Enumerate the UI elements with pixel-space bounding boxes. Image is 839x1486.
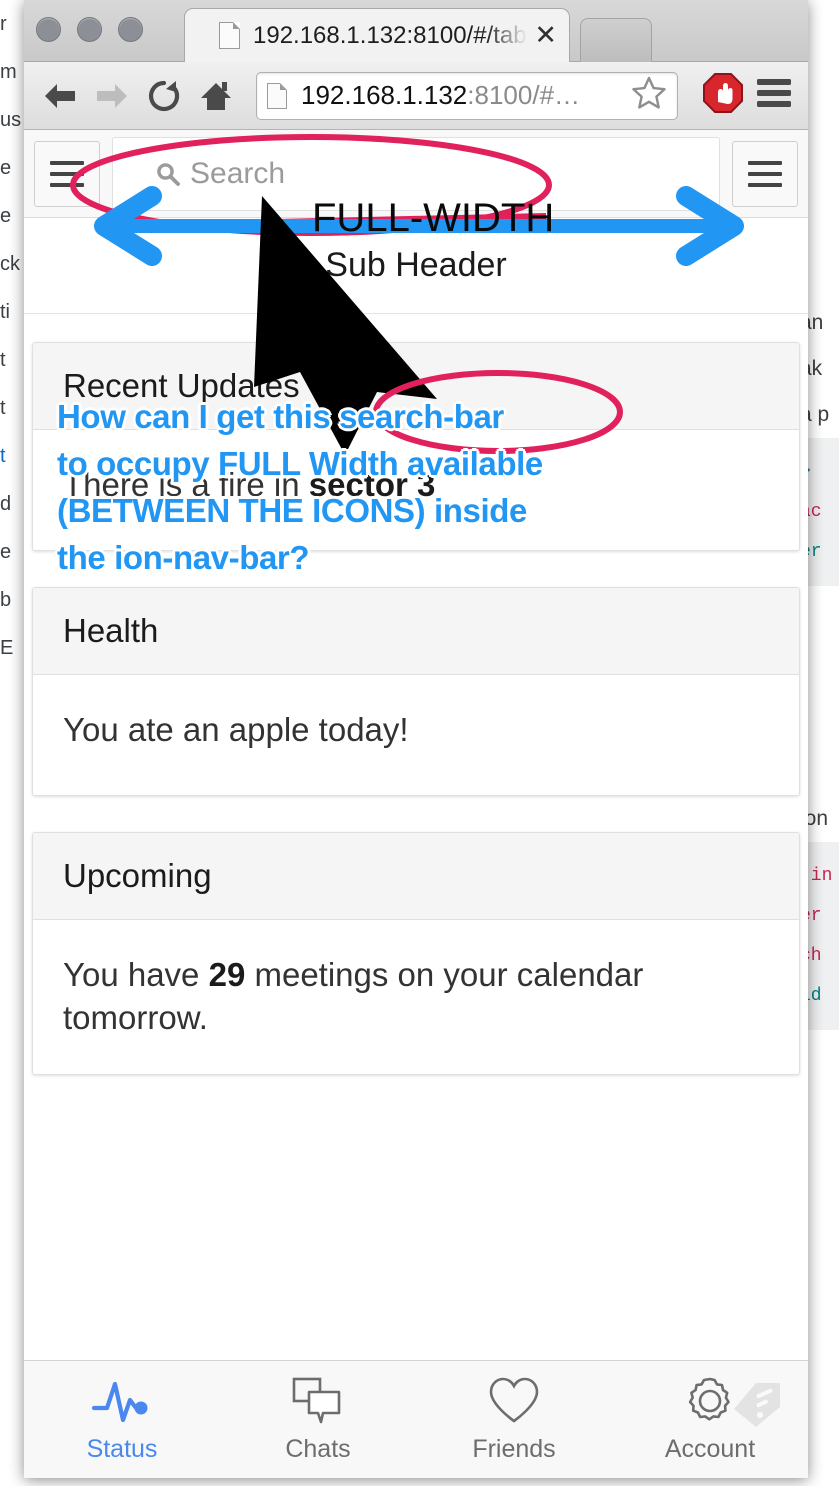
bg-fragment: t [0,349,6,371]
card-header: Upcoming [33,833,799,920]
bg-fragment: t [0,397,6,419]
card-text-prefix: You have [63,956,209,993]
ion-sub-header: Sub Header [24,218,808,314]
forward-button[interactable] [86,70,138,122]
hamburger-line [748,171,782,176]
reload-button[interactable] [138,70,190,122]
bookmark-button[interactable] [631,75,667,116]
search-icon [157,162,180,186]
card-header: Recent Updates [33,343,799,430]
tab-friends[interactable]: Friends [416,1361,612,1478]
card-text-prefix: There is a fire in [63,466,309,503]
adblock-button[interactable] [702,72,744,119]
address-bar-url: 192.168.1.132:8100/#… [301,80,625,111]
pulse-icon [91,1375,153,1427]
browser-window: 192.168.1.132:8100/#/tab/c ✕ 192.168.1.1… [24,0,808,1478]
browser-tab[interactable]: 192.168.1.132:8100/#/tab/c ✕ [184,8,570,62]
tab-label: Chats [285,1435,351,1463]
minimize-window-button[interactable] [77,17,102,42]
browser-toolbar: 192.168.1.132:8100/#… [24,62,808,130]
browser-tabstrip: 192.168.1.132:8100/#/tab/c ✕ [24,0,808,62]
adblock-icon [703,73,743,113]
browser-menu-button[interactable] [754,77,794,114]
hamburger-line [50,160,84,165]
bg-fragment: e [0,205,12,227]
window-traffic-lights [36,17,143,42]
zoom-window-button[interactable] [118,17,143,42]
bg-fragment: t [0,445,6,467]
ionic-app-viewport: Search Sub Header Recent Updates There i… [24,130,808,1478]
bg-fragment: r [0,13,7,35]
heart-icon [488,1375,540,1427]
url-host: 192.168.1.132 [301,80,468,110]
browser-tab-title: 192.168.1.132:8100/#/tab/c [253,21,531,49]
hamburger-line [748,160,782,165]
search-input[interactable]: Search [112,136,720,211]
bg-fragment: E [0,637,14,659]
document-icon [219,22,240,49]
hamburger-line [50,182,84,187]
card-text-strong: sector 3 [308,466,436,503]
ion-nav-bar: Search [24,130,808,218]
url-path: :8100/#… [467,80,581,110]
bg-fragment: ck [0,253,20,275]
close-window-button[interactable] [36,17,61,42]
card-body: You have 29 meetings on your calendar to… [33,920,799,1074]
bg-fragment: e [0,157,12,179]
gear-icon [683,1375,737,1427]
back-icon [45,83,75,108]
sub-header-title: Sub Header [325,246,507,284]
address-bar[interactable]: 192.168.1.132:8100/#… [256,71,678,120]
card-text-strong: 29 [208,956,246,993]
tab-label: Status [86,1435,158,1463]
ion-tabs: Status Chats Friends Account [24,1360,808,1478]
card-text-prefix: You ate an apple today! [63,711,409,748]
home-icon [201,81,231,110]
hamburger-line [748,182,782,187]
nav-right-menu-button[interactable] [732,140,798,207]
bg-fragment: d [0,493,12,515]
card-recent-updates: Recent Updates There is a fire in sector… [32,342,800,551]
tab-status[interactable]: Status [24,1361,220,1478]
tab-label: Friends [472,1435,556,1463]
card-body: You ate an apple today! [33,675,799,795]
document-icon [267,82,287,109]
nav-left-menu-button[interactable] [34,140,100,207]
card-health: Health You ate an apple today! [32,587,800,796]
card-body: There is a fire in sector 3 [33,430,799,550]
bg-fragment: b [0,589,12,611]
forward-icon [97,83,127,108]
hamburger-menu-icon [757,79,791,107]
tab-account[interactable]: Account [612,1361,808,1478]
chatbubbles-icon [291,1375,345,1427]
hamburger-line [50,171,84,176]
home-button[interactable] [190,70,242,122]
tab-chats[interactable]: Chats [220,1361,416,1478]
back-button[interactable] [34,70,86,122]
reload-icon [148,80,180,111]
bg-fragment: e [0,541,12,563]
bg-fragment: m [0,61,17,83]
card-upcoming: Upcoming You have 29 meetings on your ca… [32,832,800,1075]
background-left-text-column: r m us e e ck ti t t t d e b E [0,0,24,1486]
star-icon [632,76,666,109]
card-header: Health [33,588,799,675]
bg-fragment: ti [0,301,10,323]
search-placeholder-text: Search [190,156,286,190]
close-icon[interactable]: ✕ [534,22,557,49]
tab-label: Account [664,1435,756,1463]
ion-content[interactable]: Recent Updates There is a fire in sector… [24,314,808,1360]
new-tab-button[interactable] [580,18,652,62]
bg-fragment: us [0,109,22,131]
